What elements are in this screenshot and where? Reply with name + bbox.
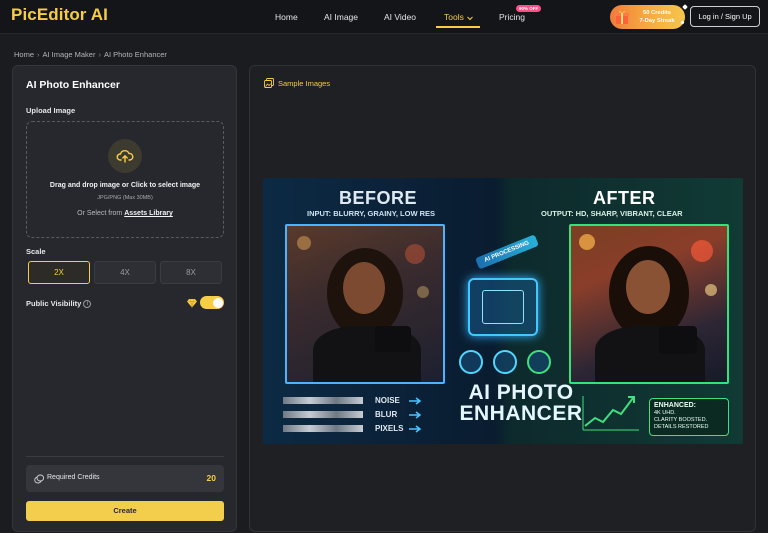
bokeh-light xyxy=(405,244,425,264)
top-header: PicEditor AI Home AI Image AI Video Tool… xyxy=(0,0,768,34)
nav-ai-video[interactable]: AI Video xyxy=(384,12,416,22)
required-credits-label: Required Credits xyxy=(47,474,100,481)
image-dropzone[interactable]: Drag and drop image or Click to select i… xyxy=(26,121,224,238)
divider xyxy=(26,456,224,457)
pixels-label: PIXELS xyxy=(375,424,404,433)
breadcrumb-home[interactable]: Home xyxy=(14,50,34,59)
nav-tools[interactable]: Tools xyxy=(444,12,474,22)
credits-pill-text: 50 Credits 7-Day Streak xyxy=(634,9,680,25)
diamond-icon xyxy=(187,298,197,308)
image-gallery-icon xyxy=(264,78,274,88)
dropzone-format-hint: JPG/PNG (Max 30MB) xyxy=(97,195,153,201)
login-signup-button[interactable]: Log in / Sign Up xyxy=(690,6,760,27)
neural-network-icon xyxy=(482,290,524,324)
breadcrumb-current: AI Photo Enhancer xyxy=(103,50,167,59)
required-credits-value: 20 xyxy=(206,473,216,483)
dropzone-instructions: Drag and drop image or Click to select i… xyxy=(49,182,201,189)
settings-panel: AI Photo Enhancer Upload Image Drag and … xyxy=(12,65,237,532)
scale-label: Scale xyxy=(26,247,46,256)
dropzone-library-line: Or Select from Assets Library xyxy=(27,210,223,217)
coins-icon xyxy=(34,474,44,484)
library-prefix: Or Select from xyxy=(77,210,123,217)
discount-badge: 90% OFF xyxy=(516,5,542,12)
enhanced-title: ENHANCED: xyxy=(654,402,696,409)
preview-after-title: AFTER xyxy=(593,188,656,208)
cloud-upload-icon xyxy=(116,150,134,163)
panel-title: AI Photo Enhancer xyxy=(26,79,120,91)
nav-tools-label: Tools xyxy=(444,12,464,22)
public-visibility-text: Public Visibility xyxy=(26,299,82,308)
bokeh-light xyxy=(297,236,311,250)
public-visibility-toggle[interactable] xyxy=(200,296,224,309)
noise-label: NOISE xyxy=(375,396,400,405)
nav-active-indicator xyxy=(436,26,480,28)
site-logo[interactable]: PicEditor AI xyxy=(11,5,108,25)
person-face xyxy=(626,260,670,314)
scale-option-2x[interactable]: 2X xyxy=(28,261,90,284)
daily-credits-pill[interactable]: 50 Credits 7-Day Streak xyxy=(610,5,685,29)
enhanced-line1: 4K UHD. xyxy=(654,410,676,416)
scale-option-8x[interactable]: 8X xyxy=(160,261,222,284)
credits-pill-line2: 7-Day Streak xyxy=(639,18,675,24)
preview-main-title: AI PHOTO ENHANCER xyxy=(441,382,601,424)
breadcrumb-separator: › xyxy=(37,50,40,59)
pixels-bar xyxy=(283,425,363,432)
credits-pill-line1: 50 Credits xyxy=(642,10,672,16)
public-visibility-label: Public Visibility i xyxy=(26,299,92,309)
preview-before-subtitle: INPUT: BLURRY, GRAINY, LOW RES xyxy=(307,209,436,218)
settings-gear-icon xyxy=(527,350,551,374)
sample-image-preview[interactable]: BEFORE INPUT: BLURRY, GRAINY, LOW RES AF… xyxy=(263,178,743,444)
assets-library-link[interactable]: Assets Library xyxy=(124,210,173,217)
image-processing-icon xyxy=(459,350,483,374)
ai-processing-tag: AI PROCESSING xyxy=(475,234,539,270)
bokeh-light xyxy=(705,284,717,296)
nav-pricing[interactable]: Pricing xyxy=(499,12,525,22)
enhanced-info-box: ENHANCED: 4K UHD. CLARITY BOOSTED. DETAI… xyxy=(649,398,729,436)
before-photo xyxy=(285,224,445,384)
arrow-right-icon xyxy=(409,397,422,405)
person-face xyxy=(343,262,385,314)
after-photo xyxy=(569,224,729,384)
nav-ai-image[interactable]: AI Image xyxy=(324,12,358,22)
scale-option-4x[interactable]: 4X xyxy=(94,261,156,284)
arrow-right-icon xyxy=(409,411,422,419)
bokeh-light xyxy=(691,240,713,262)
camera xyxy=(659,326,697,354)
breadcrumb-separator: › xyxy=(98,50,101,59)
bokeh-light xyxy=(417,286,429,298)
ai-chip-graphic xyxy=(468,278,538,336)
gift-icon xyxy=(615,10,629,24)
blur-label: BLUR xyxy=(375,410,398,419)
arrow-right-icon xyxy=(409,425,422,433)
blur-bar xyxy=(283,411,363,418)
sparkle-icon xyxy=(680,20,685,25)
preview-after-subtitle: OUTPUT: HD, SHARP, VIBRANT, CLEAR xyxy=(541,209,683,218)
info-icon[interactable]: i xyxy=(83,300,92,309)
title-line1: AI PHOTO xyxy=(468,381,574,404)
preview-before-title: BEFORE xyxy=(339,188,418,208)
toggle-knob xyxy=(212,297,223,308)
required-credits-row: Required Credits 20 xyxy=(26,465,224,492)
breadcrumb-ai-image-maker[interactable]: AI Image Maker xyxy=(43,50,96,59)
camera xyxy=(375,326,411,352)
chevron-down-icon xyxy=(466,16,473,20)
upload-label: Upload Image xyxy=(26,106,76,115)
nav-home[interactable]: Home xyxy=(275,12,298,22)
sample-images-label[interactable]: Sample Images xyxy=(278,79,330,88)
growth-chart-icon xyxy=(582,396,639,431)
bokeh-light xyxy=(579,234,595,250)
preview-panel: Sample Images BEFORE INPUT: BLURRY, GRAI… xyxy=(249,65,756,532)
enhanced-line3: DETAILS RESTORED xyxy=(654,424,709,430)
sparkle-icon xyxy=(682,4,688,10)
upload-icon-circle xyxy=(108,139,142,173)
enhanced-line2: CLARITY BOOSTED. xyxy=(654,417,708,423)
lens-icon xyxy=(493,350,517,374)
breadcrumb: Home › AI Image Maker › AI Photo Enhancer xyxy=(14,50,167,59)
title-line2: ENHANCER xyxy=(459,402,583,425)
create-button[interactable]: Create xyxy=(26,501,224,521)
noise-bar xyxy=(283,397,363,404)
